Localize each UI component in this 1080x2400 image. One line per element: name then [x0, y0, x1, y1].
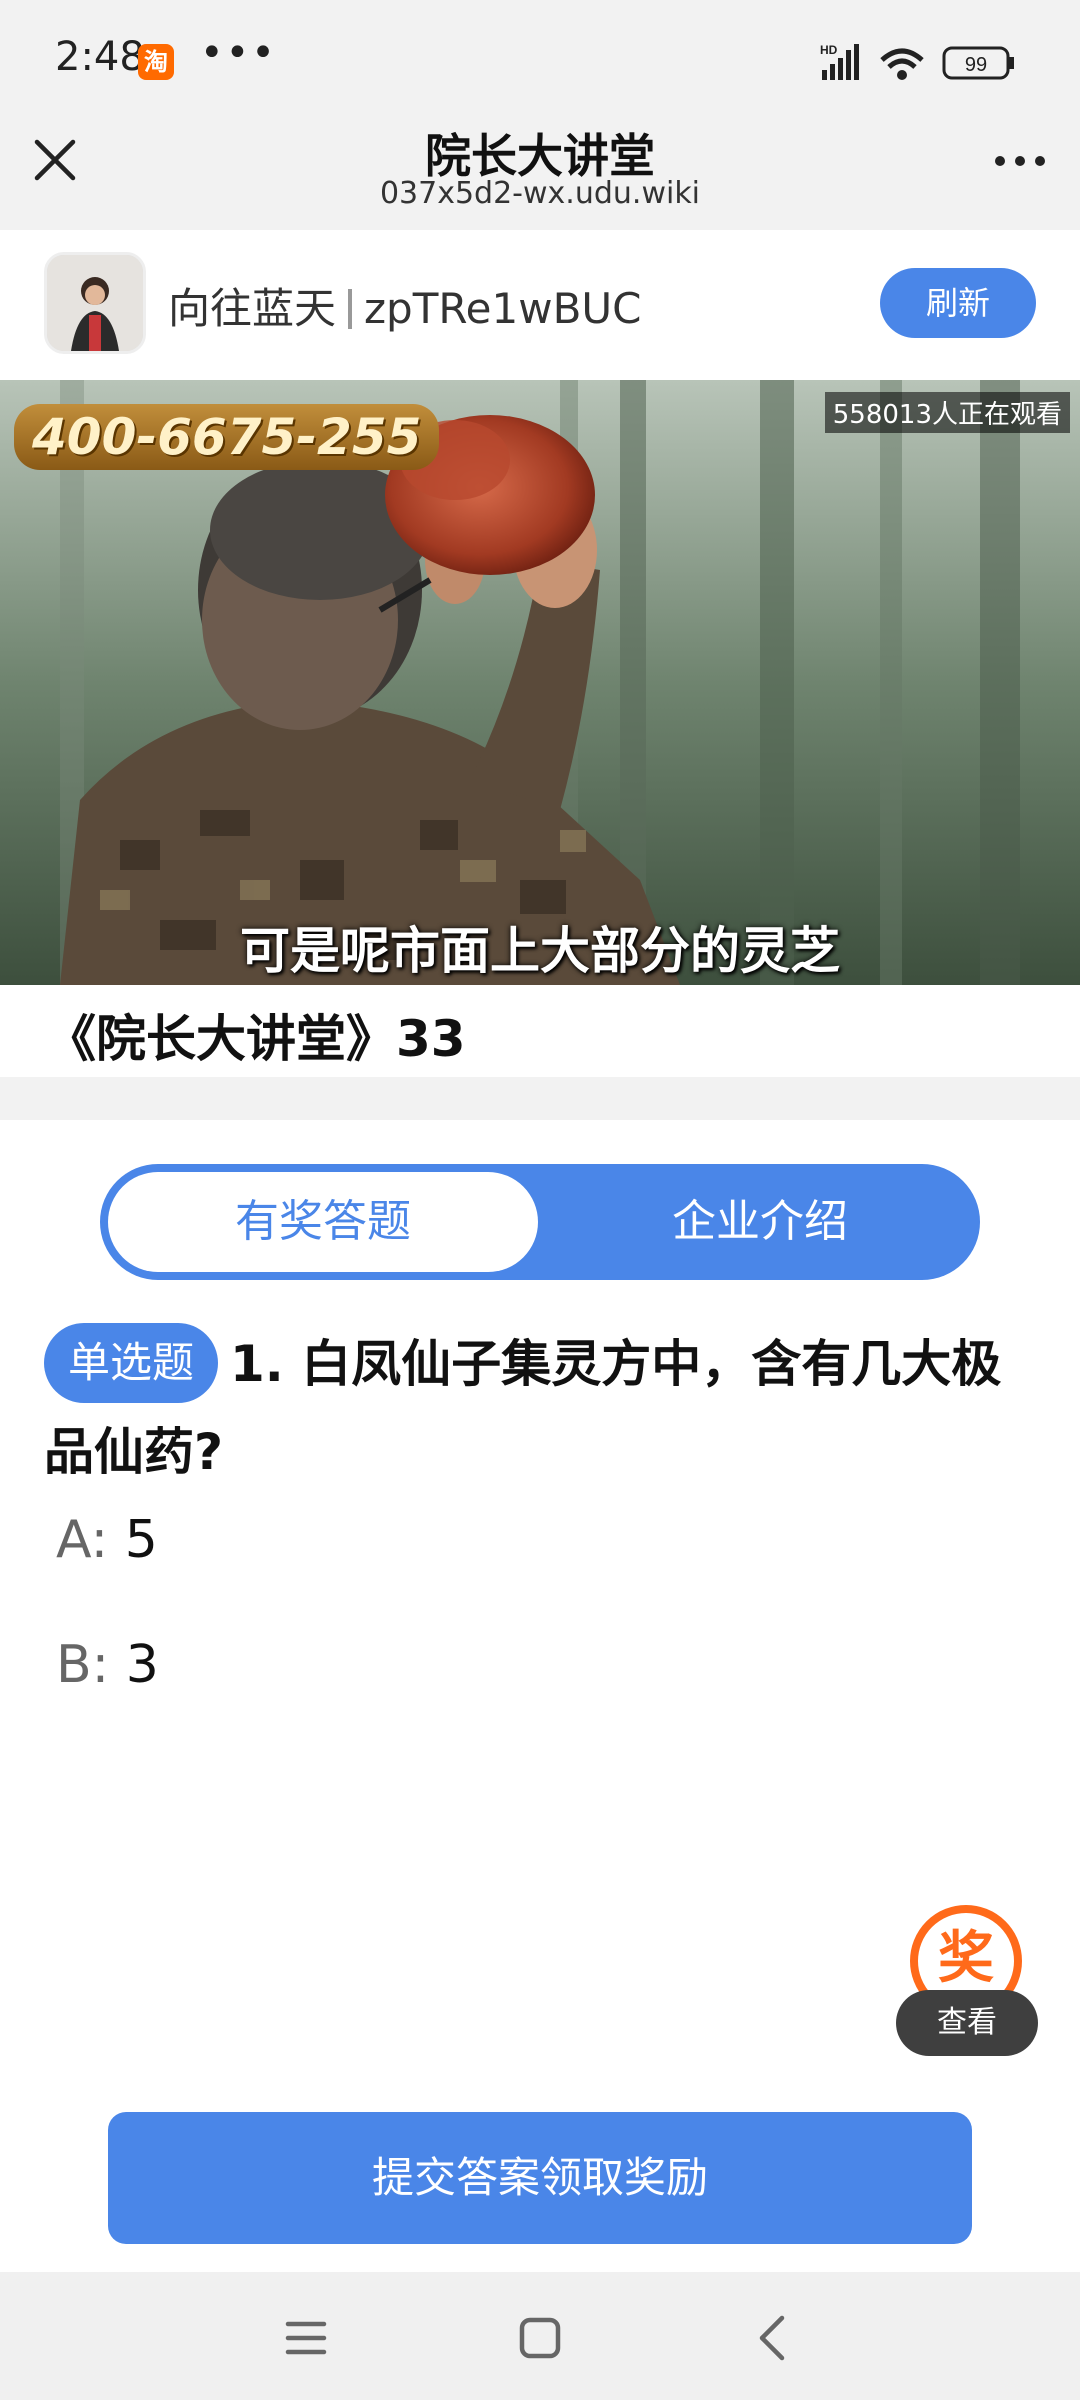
more-options-button[interactable] [990, 136, 1050, 186]
video-title: 《院长大讲堂》33 [46, 1010, 466, 1068]
channel-bar: 向往蓝天 zpTRe1wBUC 刷新 [0, 230, 1080, 380]
battery-level: 99 [965, 54, 987, 76]
status-more-dots: ••• [200, 30, 277, 76]
video-subtitle: 可是呢市面上大部分的灵芝 [240, 922, 840, 980]
svg-text:HD: HD [820, 43, 838, 57]
channel-name: 向往蓝天 [168, 284, 337, 333]
quiz-area: 有奖答题 企业介绍 单选题 1. 白凤仙子集灵方中，含有几大极品仙药? A: 5 … [0, 1120, 1080, 2272]
page-url: 037x5d2-wx.udu.wiki [379, 176, 701, 211]
option-a[interactable]: A: 5 [56, 1500, 158, 1580]
status-bar: 2:48 淘 ••• HD 99 [0, 0, 1080, 120]
refresh-button[interactable]: 刷新 [880, 268, 1036, 338]
video-frame-image [0, 380, 1080, 985]
tab-company-intro[interactable]: 企业介绍 [540, 1172, 980, 1272]
home-square-icon [519, 2317, 561, 2359]
status-time: 2:48 [55, 34, 145, 80]
channel-name-row: 向往蓝天 zpTRe1wBUC [168, 275, 641, 336]
option-value: 5 [124, 1510, 158, 1570]
back-chevron-icon [759, 2315, 785, 2361]
video-player[interactable]: 400-6675-255 558013人正在观看 可是呢市面上大部分的灵芝 [0, 380, 1080, 985]
channel-id: zpTRe1wBUC [364, 284, 642, 333]
submit-answer-button[interactable]: 提交答案领取奖励 [108, 2112, 972, 2244]
system-navigation-bar [0, 2272, 1080, 2400]
phone-number-overlay: 400-6675-255 [14, 404, 440, 470]
avatar[interactable] [44, 252, 146, 354]
question: 单选题 1. 白凤仙子集灵方中，含有几大极品仙药? [44, 1320, 1034, 1496]
question-type-badge: 单选题 [44, 1323, 219, 1403]
home-button[interactable] [510, 2308, 570, 2368]
option-b[interactable]: B: 3 [56, 1625, 159, 1705]
video-title-bar: 《院长大讲堂》33 [0, 985, 1080, 1077]
option-value: 3 [125, 1635, 159, 1695]
separator [348, 289, 353, 329]
menu-button[interactable] [276, 2308, 336, 2368]
option-key: B: [56, 1635, 110, 1695]
app-header: 院长大讲堂 037x5d2-wx.udu.wiki [0, 120, 1080, 230]
status-icons: HD 99 [820, 40, 1020, 84]
tab-bar: 有奖答题 企业介绍 [100, 1164, 980, 1280]
avatar-image [47, 255, 143, 351]
viewers-count: 558013人正在观看 [824, 392, 1070, 433]
option-key: A: [56, 1510, 109, 1570]
more-horizontal-icon [995, 156, 1045, 166]
view-reward-button[interactable]: 查看 [896, 1990, 1038, 2056]
menu-icon [285, 2321, 327, 2355]
back-button[interactable] [744, 2308, 804, 2368]
taobao-app-icon: 淘 [138, 44, 174, 80]
tab-quiz[interactable]: 有奖答题 [108, 1172, 538, 1272]
signal-wifi-battery-icon: HD 99 [820, 43, 1014, 80]
